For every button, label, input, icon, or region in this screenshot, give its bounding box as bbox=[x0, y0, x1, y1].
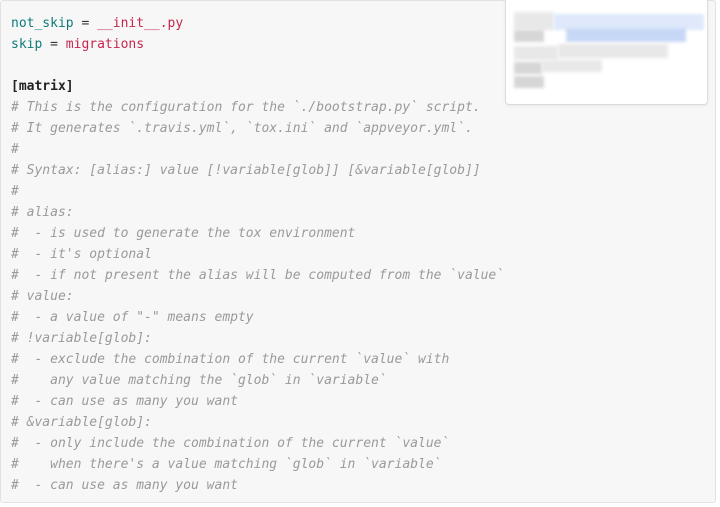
comment-text: # - only include the combination of the … bbox=[11, 436, 450, 451]
comment-text: # - a value of "-" means empty bbox=[11, 310, 254, 325]
comment-text: # bbox=[11, 184, 19, 199]
comment-text: # - can use as many you want bbox=[11, 478, 238, 493]
blur-tile bbox=[566, 28, 686, 42]
code-line: # &variable[glob]: bbox=[11, 412, 504, 433]
comment-text: # This is the configuration for the `./b… bbox=[11, 100, 481, 115]
blur-tile bbox=[514, 76, 544, 88]
blur-tile bbox=[542, 60, 602, 72]
blur-tile bbox=[558, 44, 668, 58]
blur-tile bbox=[514, 46, 558, 60]
comment-text: # when there's a value matching `glob` i… bbox=[11, 457, 442, 472]
config-value: migrations bbox=[65, 37, 145, 52]
code-line: # - can use as many you want bbox=[11, 391, 504, 412]
comment-text: # - exclude the combination of the curre… bbox=[11, 352, 450, 367]
code-line: # when there's a value matching `glob` i… bbox=[11, 454, 504, 475]
config-value: __init__.py bbox=[97, 16, 184, 31]
comment-text: # bbox=[11, 142, 19, 157]
code-line: # alias: bbox=[11, 202, 504, 223]
code-line: # bbox=[11, 181, 504, 202]
code-line: [matrix] bbox=[11, 76, 504, 97]
blur-tile bbox=[514, 62, 542, 74]
comment-text: # - if not present the alias will be com… bbox=[11, 268, 505, 283]
code-line: # - only include the combination of the … bbox=[11, 433, 504, 454]
assign-operator: = bbox=[42, 37, 66, 52]
code-line: # any value matching the `glob` in `vari… bbox=[11, 370, 504, 391]
code-line: # Syntax: [alias:] value [!variable[glob… bbox=[11, 160, 504, 181]
comment-text: # - it's optional bbox=[11, 247, 152, 262]
comment-text: # alias: bbox=[11, 205, 74, 220]
comment-text: # It generates `.travis.yml`, `tox.ini` … bbox=[11, 121, 473, 136]
obscured-popup bbox=[505, 0, 708, 105]
code-line: not_skip = __init__.py bbox=[11, 13, 504, 34]
code-line: # - is used to generate the tox environm… bbox=[11, 223, 504, 244]
code-line: # - it's optional bbox=[11, 244, 504, 265]
code-line: # It generates `.travis.yml`, `tox.ini` … bbox=[11, 118, 504, 139]
comment-text: # Syntax: [alias:] value [!variable[glob… bbox=[11, 163, 481, 178]
blur-tile bbox=[514, 30, 544, 42]
code-line: # This is the configuration for the `./b… bbox=[11, 97, 504, 118]
comment-text: # - can use as many you want bbox=[11, 394, 238, 409]
assign-operator: = bbox=[73, 16, 98, 31]
comment-text: # any value matching the `glob` in `vari… bbox=[11, 373, 387, 388]
comment-text: # &variable[glob]: bbox=[11, 415, 152, 430]
code-line: # value: bbox=[11, 286, 504, 307]
code-line: # - exclude the combination of the curre… bbox=[11, 349, 504, 370]
code-line: # - can use as many you want bbox=[11, 475, 504, 496]
config-key: not_skip bbox=[11, 16, 74, 31]
comment-text: # !variable[glob]: bbox=[11, 331, 152, 346]
section-header: [matrix] bbox=[11, 79, 74, 94]
code-line: # - if not present the alias will be com… bbox=[11, 265, 504, 286]
code-line: skip = migrations bbox=[11, 34, 504, 55]
comment-text: # value: bbox=[11, 289, 74, 304]
code-content: not_skip = __init__.py skip = migrations[… bbox=[11, 13, 504, 496]
code-line: # !variable[glob]: bbox=[11, 328, 504, 349]
code-line: # bbox=[11, 139, 504, 160]
code-line: # - a value of "-" means empty bbox=[11, 307, 504, 328]
comment-text: # - is used to generate the tox environm… bbox=[11, 226, 356, 241]
config-key: skip bbox=[11, 37, 43, 52]
blur-tile bbox=[514, 12, 554, 30]
